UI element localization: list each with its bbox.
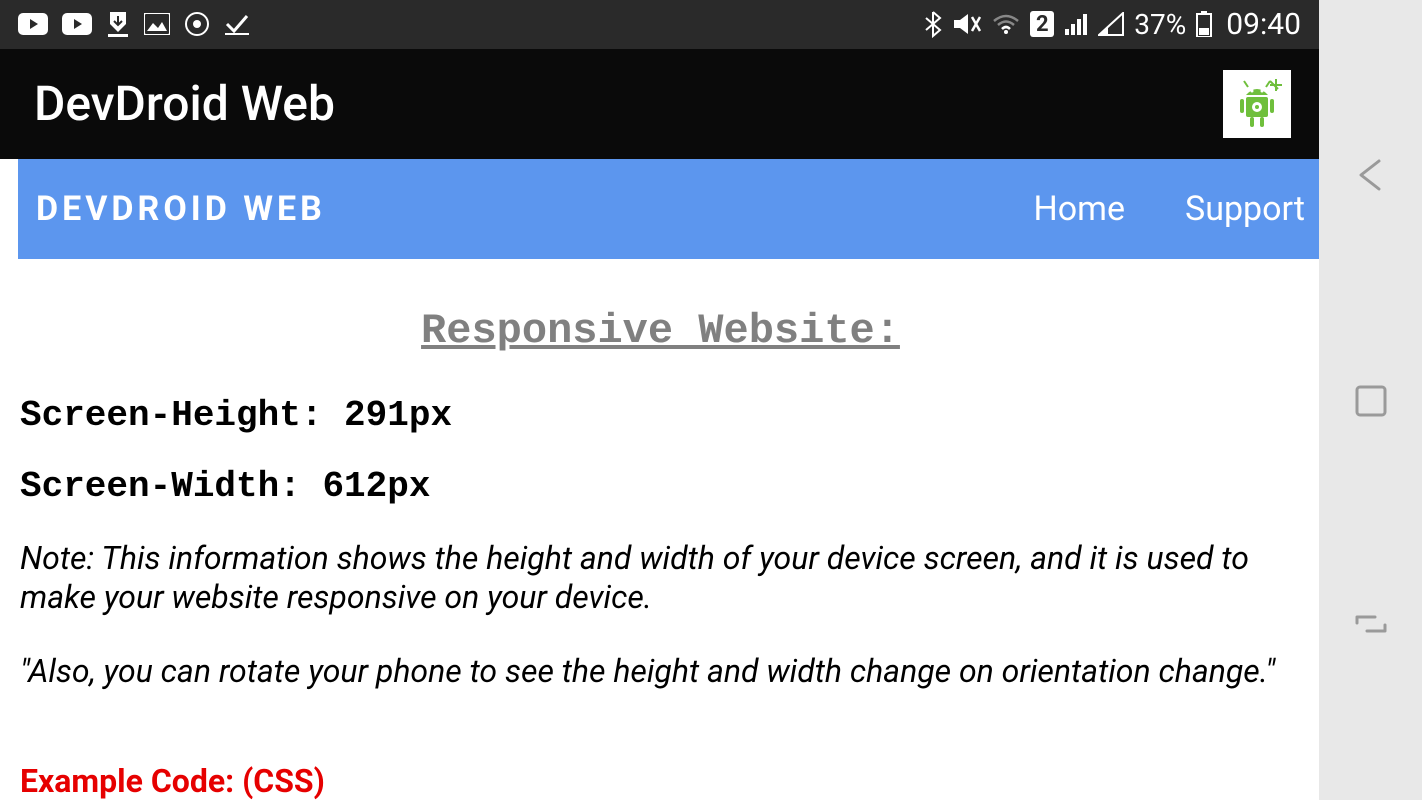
download-icon [106, 10, 130, 38]
youtube-icon [18, 13, 48, 35]
android-logo-icon[interactable] [1223, 70, 1291, 138]
code-heading: Example Code: (CSS) [20, 762, 1301, 800]
app-bar: DevDroid Web [0, 49, 1319, 159]
overview-button[interactable] [1353, 383, 1389, 423]
back-button[interactable] [1351, 155, 1391, 199]
image-icon [144, 13, 170, 35]
check-icon [224, 12, 250, 36]
signal-outline-icon [1098, 12, 1124, 36]
wifi-icon [992, 13, 1020, 35]
nav-support[interactable]: Support [1185, 189, 1305, 229]
phone-screen: 2 37% 09:40 DevDroid Web [0, 0, 1319, 800]
note-text: Note: This information shows the height … [20, 539, 1301, 616]
content: Responsive Website: Screen-Height: 291px… [0, 259, 1319, 800]
web-brand[interactable]: DEVDROID WEB [36, 189, 326, 229]
clock-time: 09:40 [1226, 7, 1301, 42]
status-left-icons [18, 10, 250, 38]
app-title: DevDroid Web [34, 75, 335, 132]
web-nav: DEVDROID WEB Home Support [18, 159, 1319, 259]
bluetooth-icon [924, 10, 942, 38]
screen-width-value: Screen-Width: 612px [20, 466, 1301, 507]
youtube-icon [62, 13, 92, 35]
page-heading: Responsive Website: [20, 307, 1301, 355]
battery-icon [1196, 11, 1212, 37]
target-icon [184, 11, 210, 37]
signal-icon [1064, 13, 1088, 35]
note-rotation: "Also, you can rotate your phone to see … [20, 652, 1301, 690]
nav-links: Home Support [1034, 189, 1305, 229]
emulator-side-panel [1319, 0, 1422, 800]
status-bar: 2 37% 09:40 [0, 0, 1319, 49]
battery-percent: 37% [1134, 8, 1186, 41]
screen-height-value: Screen-Height: 291px [20, 395, 1301, 436]
status-right-icons: 2 37% 09:40 [924, 7, 1301, 42]
nav-home[interactable]: Home [1034, 189, 1126, 229]
sim-badge: 2 [1030, 11, 1054, 37]
recent-button[interactable] [1351, 607, 1391, 645]
mute-icon [952, 11, 982, 37]
